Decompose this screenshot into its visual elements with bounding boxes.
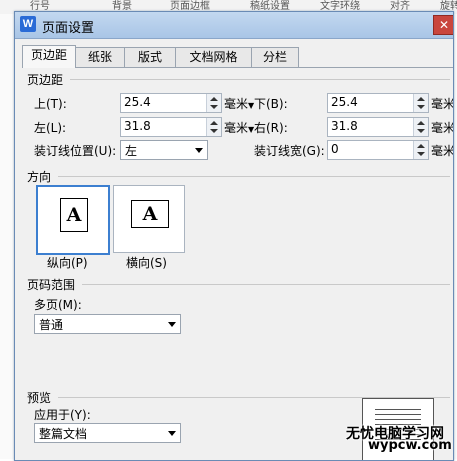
apply-to-label: 应用于(Y): [34, 408, 91, 422]
dialog-title: 页面设置 [42, 21, 95, 36]
preview-group-title: 预览 [27, 391, 52, 405]
unit-dropdown[interactable]: 毫米▼ [431, 142, 453, 159]
multiple-pages-label: 多页(M): [34, 298, 82, 312]
apply-to-select[interactable]: 整篇文档 [34, 423, 181, 443]
watermark-url: wypcw.com [368, 438, 452, 453]
dropdown-arrow-icon [164, 424, 180, 442]
close-button[interactable]: ✕ [433, 15, 453, 35]
bottom-margin-label: 下(B): [254, 97, 288, 111]
gutter-position-value: 左 [125, 144, 138, 158]
unit-dropdown[interactable]: 毫米▼ [431, 95, 453, 112]
portrait-option[interactable]: A [36, 185, 110, 255]
margins-tab-panel: 页边距 上(T): 25.4 毫米▼ 下(B): 25.4 毫米▼ 左(L): … [22, 67, 453, 460]
page-range-group-title: 页码范围 [27, 278, 76, 292]
spin-arrows-icon[interactable] [206, 94, 221, 112]
gutter-width-label: 装订线宽(G): [254, 144, 325, 158]
top-margin-input[interactable]: 25.4 [120, 93, 222, 113]
margins-group-title: 页边距 [27, 73, 64, 87]
multiple-pages-select[interactable]: 普通 [34, 314, 181, 334]
unit-dropdown[interactable]: 毫米▼ [224, 95, 254, 112]
page-setup-dialog: W 页面设置 ✕ 页边距 纸张 版式 文档网格 分栏 页边距 上(T): 25.… [14, 11, 454, 461]
right-margin-label: 右(R): [254, 121, 288, 135]
multiple-pages-value: 普通 [39, 318, 64, 332]
tab-document-grid[interactable]: 文档网格 [175, 47, 252, 67]
orientation-group-title: 方向 [27, 170, 52, 184]
dropdown-arrow-icon [191, 141, 207, 159]
landscape-label[interactable]: 横向(S) [126, 254, 167, 271]
spin-arrows-icon[interactable] [413, 94, 428, 112]
left-margin-label: 左(L): [34, 121, 67, 135]
wps-writer-icon: W [20, 16, 36, 32]
tab-layout[interactable]: 版式 [124, 47, 176, 67]
gutter-position-select[interactable]: 左 [120, 140, 208, 160]
bottom-margin-input[interactable]: 25.4 [327, 93, 429, 113]
divider [70, 79, 450, 80]
gutter-width-input[interactable]: 0 [327, 140, 429, 160]
landscape-option[interactable]: A [113, 185, 185, 253]
tab-columns[interactable]: 分栏 [251, 47, 299, 67]
divider [58, 176, 450, 177]
right-margin-value: 31.8 [331, 119, 358, 133]
dropdown-arrow-icon [164, 315, 180, 333]
left-margin-value: 31.8 [124, 119, 151, 133]
apply-to-value: 整篇文档 [39, 427, 88, 441]
spin-arrows-icon[interactable] [206, 118, 221, 136]
landscape-page-icon: A [131, 200, 169, 228]
right-margin-input[interactable]: 31.8 [327, 117, 429, 137]
portrait-page-icon: A [60, 198, 88, 232]
spin-arrows-icon[interactable] [413, 118, 428, 136]
spin-arrows-icon[interactable] [413, 141, 428, 159]
tab-paper[interactable]: 纸张 [75, 47, 125, 67]
top-margin-label: 上(T): [34, 97, 67, 111]
divider [82, 284, 450, 285]
top-margin-value: 25.4 [124, 95, 151, 109]
gutter-position-label: 装订线位置(U): [34, 144, 117, 158]
dialog-title-bar: W 页面设置 ✕ [15, 12, 453, 39]
left-margin-input[interactable]: 31.8 [120, 117, 222, 137]
portrait-label[interactable]: 纵向(P) [47, 254, 88, 271]
tab-margins[interactable]: 页边距 [22, 45, 76, 68]
bottom-margin-value: 25.4 [331, 95, 358, 109]
unit-dropdown[interactable]: 毫米▼ [224, 119, 254, 136]
unit-dropdown[interactable]: 毫米▼ [431, 119, 453, 136]
gutter-width-value: 0 [331, 142, 339, 156]
